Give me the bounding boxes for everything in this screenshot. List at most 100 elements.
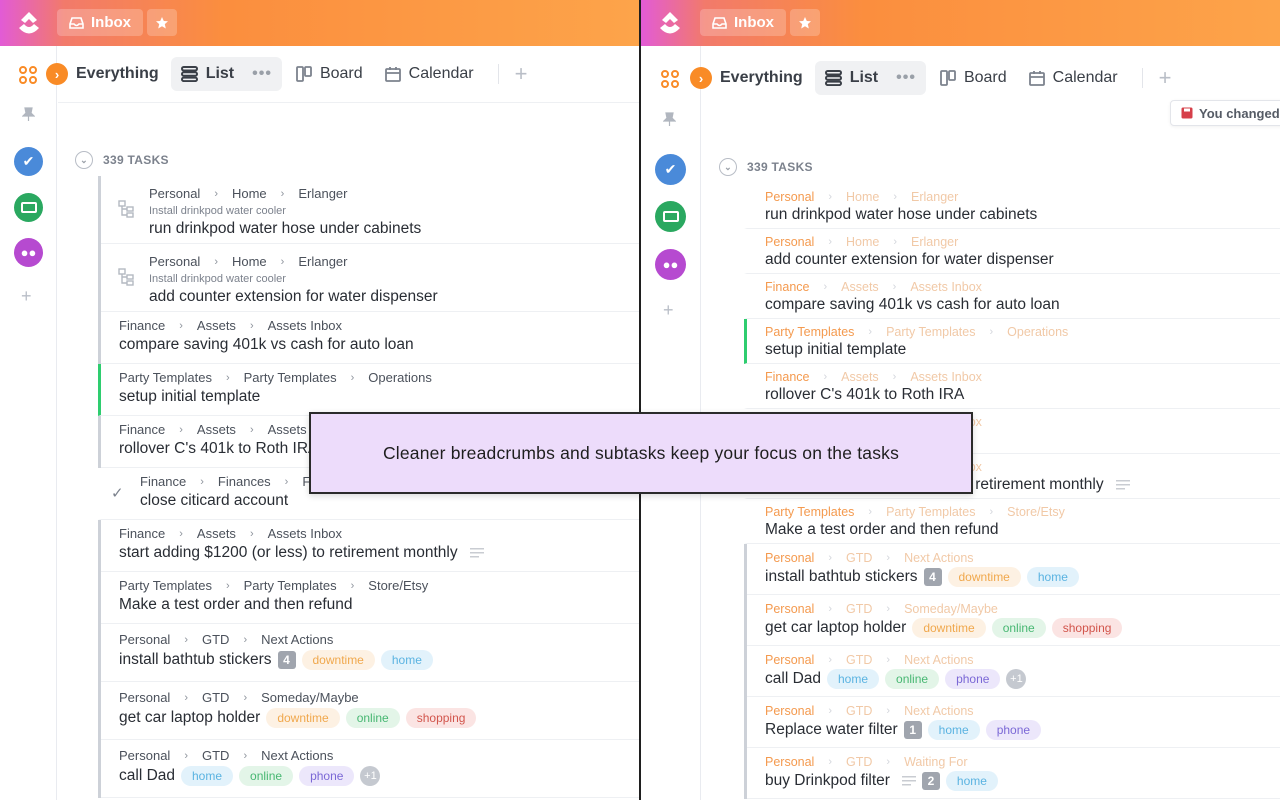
task-title[interactable]: rollover C's 401k to Roth IRA: [765, 386, 1280, 404]
breadcrumb[interactable]: Finance›Assets›Assets Inbox: [119, 526, 639, 541]
task-title[interactable]: add counter extension for water dispense…: [765, 251, 1280, 269]
breadcrumb-item[interactable]: Next Actions: [261, 748, 333, 763]
task-row[interactable]: Personal›GTD›Next Actionsinstall bathtub…: [101, 624, 639, 682]
task-name[interactable]: compare saving 401k vs cash for auto loa…: [765, 296, 1060, 314]
task-name[interactable]: compare saving 401k vs cash for auto loa…: [119, 336, 414, 354]
space-selector[interactable]: › Everything: [38, 57, 167, 91]
task-row[interactable]: Personal›Home›Erlangerrun drinkpod water…: [744, 184, 1280, 229]
space-avatar-finance[interactable]: [655, 201, 686, 232]
task-row[interactable]: Personal›GTD›Waiting Forbuy Drinkpod fil…: [747, 748, 1280, 799]
breadcrumb[interactable]: Personal›GTD›Next Actions: [765, 704, 1280, 718]
breadcrumb-item[interactable]: Assets Inbox: [268, 318, 342, 333]
breadcrumb-item[interactable]: Erlanger: [298, 186, 347, 201]
tag-online[interactable]: online: [885, 669, 939, 689]
task-row[interactable]: Party Templates›Party Templates›Store/Et…: [101, 572, 639, 624]
breadcrumb-item[interactable]: Home: [846, 235, 879, 249]
breadcrumb-item[interactable]: Store/Etsy: [1007, 505, 1065, 519]
favorite-button[interactable]: [147, 9, 177, 36]
more-tags-badge[interactable]: +1: [1006, 669, 1026, 689]
breadcrumb[interactable]: Party Templates›Party Templates›Operatio…: [119, 370, 639, 385]
pin-icon[interactable]: [22, 107, 35, 122]
breadcrumb-item[interactable]: Personal: [765, 190, 814, 204]
more-options-icon[interactable]: •••: [896, 69, 916, 87]
tab-calendar[interactable]: Calendar: [377, 57, 482, 91]
breadcrumb-item[interactable]: Assets Inbox: [910, 280, 982, 294]
breadcrumb-item[interactable]: Personal: [765, 551, 814, 565]
breadcrumb-item[interactable]: Assets: [841, 280, 879, 294]
breadcrumb-item[interactable]: Finance: [765, 280, 809, 294]
task-row[interactable]: Party Templates›Party Templates›Operatio…: [744, 319, 1280, 364]
task-name[interactable]: get car laptop holder: [765, 619, 906, 637]
tab-board[interactable]: Board: [932, 61, 1015, 95]
breadcrumb[interactable]: Finance›Assets›Assets Inbox: [119, 318, 639, 333]
task-name[interactable]: Replace water filter: [765, 721, 898, 739]
task-row[interactable]: Personal›GTD›Next Actions Replace water f…: [747, 697, 1280, 748]
tag-online[interactable]: online: [239, 766, 293, 786]
more-options-icon[interactable]: •••: [252, 65, 272, 83]
complete-check-icon[interactable]: ✓: [111, 484, 124, 502]
breadcrumb-item[interactable]: Someday/Maybe: [904, 602, 998, 616]
inbox-button[interactable]: Inbox: [700, 9, 786, 36]
breadcrumb-item[interactable]: Assets Inbox: [268, 526, 342, 541]
breadcrumb-item[interactable]: Assets: [197, 318, 236, 333]
task-name[interactable]: setup initial template: [119, 388, 260, 406]
breadcrumb[interactable]: Party Templates›Party Templates›Store/Et…: [765, 505, 1280, 519]
tag-phone[interactable]: phone: [299, 766, 354, 786]
tag-home[interactable]: home: [181, 766, 233, 786]
breadcrumb-item[interactable]: Personal: [765, 653, 814, 667]
parent-task-name[interactable]: Install drinkpod water cooler: [149, 273, 639, 285]
breadcrumb-item[interactable]: Finance: [140, 474, 186, 489]
tag-phone[interactable]: phone: [945, 669, 1000, 689]
task-title[interactable]: call Dadhomeonlinephone+1: [765, 669, 1280, 689]
favorite-button[interactable]: [790, 9, 820, 36]
breadcrumb[interactable]: Party Templates›Party Templates›Store/Et…: [119, 578, 639, 593]
add-view-icon[interactable]: +: [515, 61, 528, 87]
task-row[interactable]: Finance›Assets›Assets Inbox rollover C's …: [744, 364, 1280, 409]
breadcrumb-item[interactable]: Personal: [119, 632, 170, 647]
breadcrumb-item[interactable]: Party Templates: [886, 505, 975, 519]
task-name[interactable]: install bathtub stickers: [119, 651, 272, 669]
task-row[interactable]: Personal›GTD›Someday/Maybeget car laptop…: [101, 682, 639, 740]
breadcrumb-item[interactable]: Party Templates: [244, 578, 337, 593]
subtask-count-badge[interactable]: 1: [904, 721, 922, 739]
task-row[interactable]: Personal›GTD›Someday/Maybeget car laptop…: [747, 595, 1280, 646]
task-row[interactable]: Personal›GTD›Next Actionscall Dadhomeonl…: [747, 646, 1280, 697]
task-title[interactable]: Make a test order and then refund: [765, 521, 1280, 539]
breadcrumb-item[interactable]: GTD: [846, 653, 872, 667]
task-title[interactable]: Make a test order and then refund: [119, 596, 639, 614]
breadcrumb-item[interactable]: Finance: [119, 526, 165, 541]
tab-list[interactable]: List •••: [815, 61, 926, 95]
breadcrumb[interactable]: Personal›GTD›Next Actions: [765, 551, 1280, 565]
breadcrumb-item[interactable]: Waiting For: [904, 755, 967, 769]
space-avatar-team[interactable]: ●●: [14, 238, 43, 267]
breadcrumb-item[interactable]: GTD: [846, 755, 872, 769]
task-title[interactable]: run drinkpod water hose under cabinets: [149, 220, 639, 238]
add-view-icon[interactable]: +: [1159, 65, 1172, 91]
parent-task-name[interactable]: Install drinkpod water cooler: [149, 205, 639, 217]
tag-home[interactable]: home: [1027, 567, 1079, 587]
space-selector[interactable]: › Everything: [682, 61, 811, 95]
tag-home[interactable]: home: [946, 771, 998, 791]
breadcrumb-item[interactable]: Personal: [765, 602, 814, 616]
breadcrumb[interactable]: Party Templates›Party Templates›Operatio…: [765, 325, 1280, 339]
breadcrumb[interactable]: Personal›GTD›Next Actions: [119, 748, 639, 763]
breadcrumb-item[interactable]: Assets Inbox: [910, 370, 982, 384]
breadcrumb[interactable]: Finance›Assets›Assets Inbox: [765, 370, 1280, 384]
task-name[interactable]: run drinkpod water hose under cabinets: [149, 220, 421, 238]
breadcrumb[interactable]: Personal›Home›Erlanger: [149, 186, 639, 201]
tab-board[interactable]: Board: [288, 57, 371, 91]
collapse-chevron-icon[interactable]: ⌄: [719, 158, 737, 176]
breadcrumb-item[interactable]: Home: [232, 254, 267, 269]
subtask-count-badge[interactable]: 4: [278, 651, 296, 669]
subtask-count-badge[interactable]: 2: [922, 772, 940, 790]
breadcrumb-item[interactable]: Party Templates: [244, 370, 337, 385]
task-name[interactable]: add counter extension for water dispense…: [765, 251, 1054, 269]
task-name[interactable]: close citicard account: [140, 492, 288, 510]
breadcrumb-item[interactable]: Party Templates: [119, 370, 212, 385]
breadcrumb[interactable]: Personal›GTD›Next Actions: [765, 653, 1280, 667]
breadcrumb[interactable]: Personal›Home›Erlanger: [765, 235, 1280, 249]
tag-downtime[interactable]: downtime: [948, 567, 1021, 587]
more-tags-badge[interactable]: +1: [360, 766, 380, 786]
breadcrumb[interactable]: Personal›Home›Erlanger: [765, 190, 1280, 204]
task-name[interactable]: add counter extension for water dispense…: [149, 288, 438, 306]
